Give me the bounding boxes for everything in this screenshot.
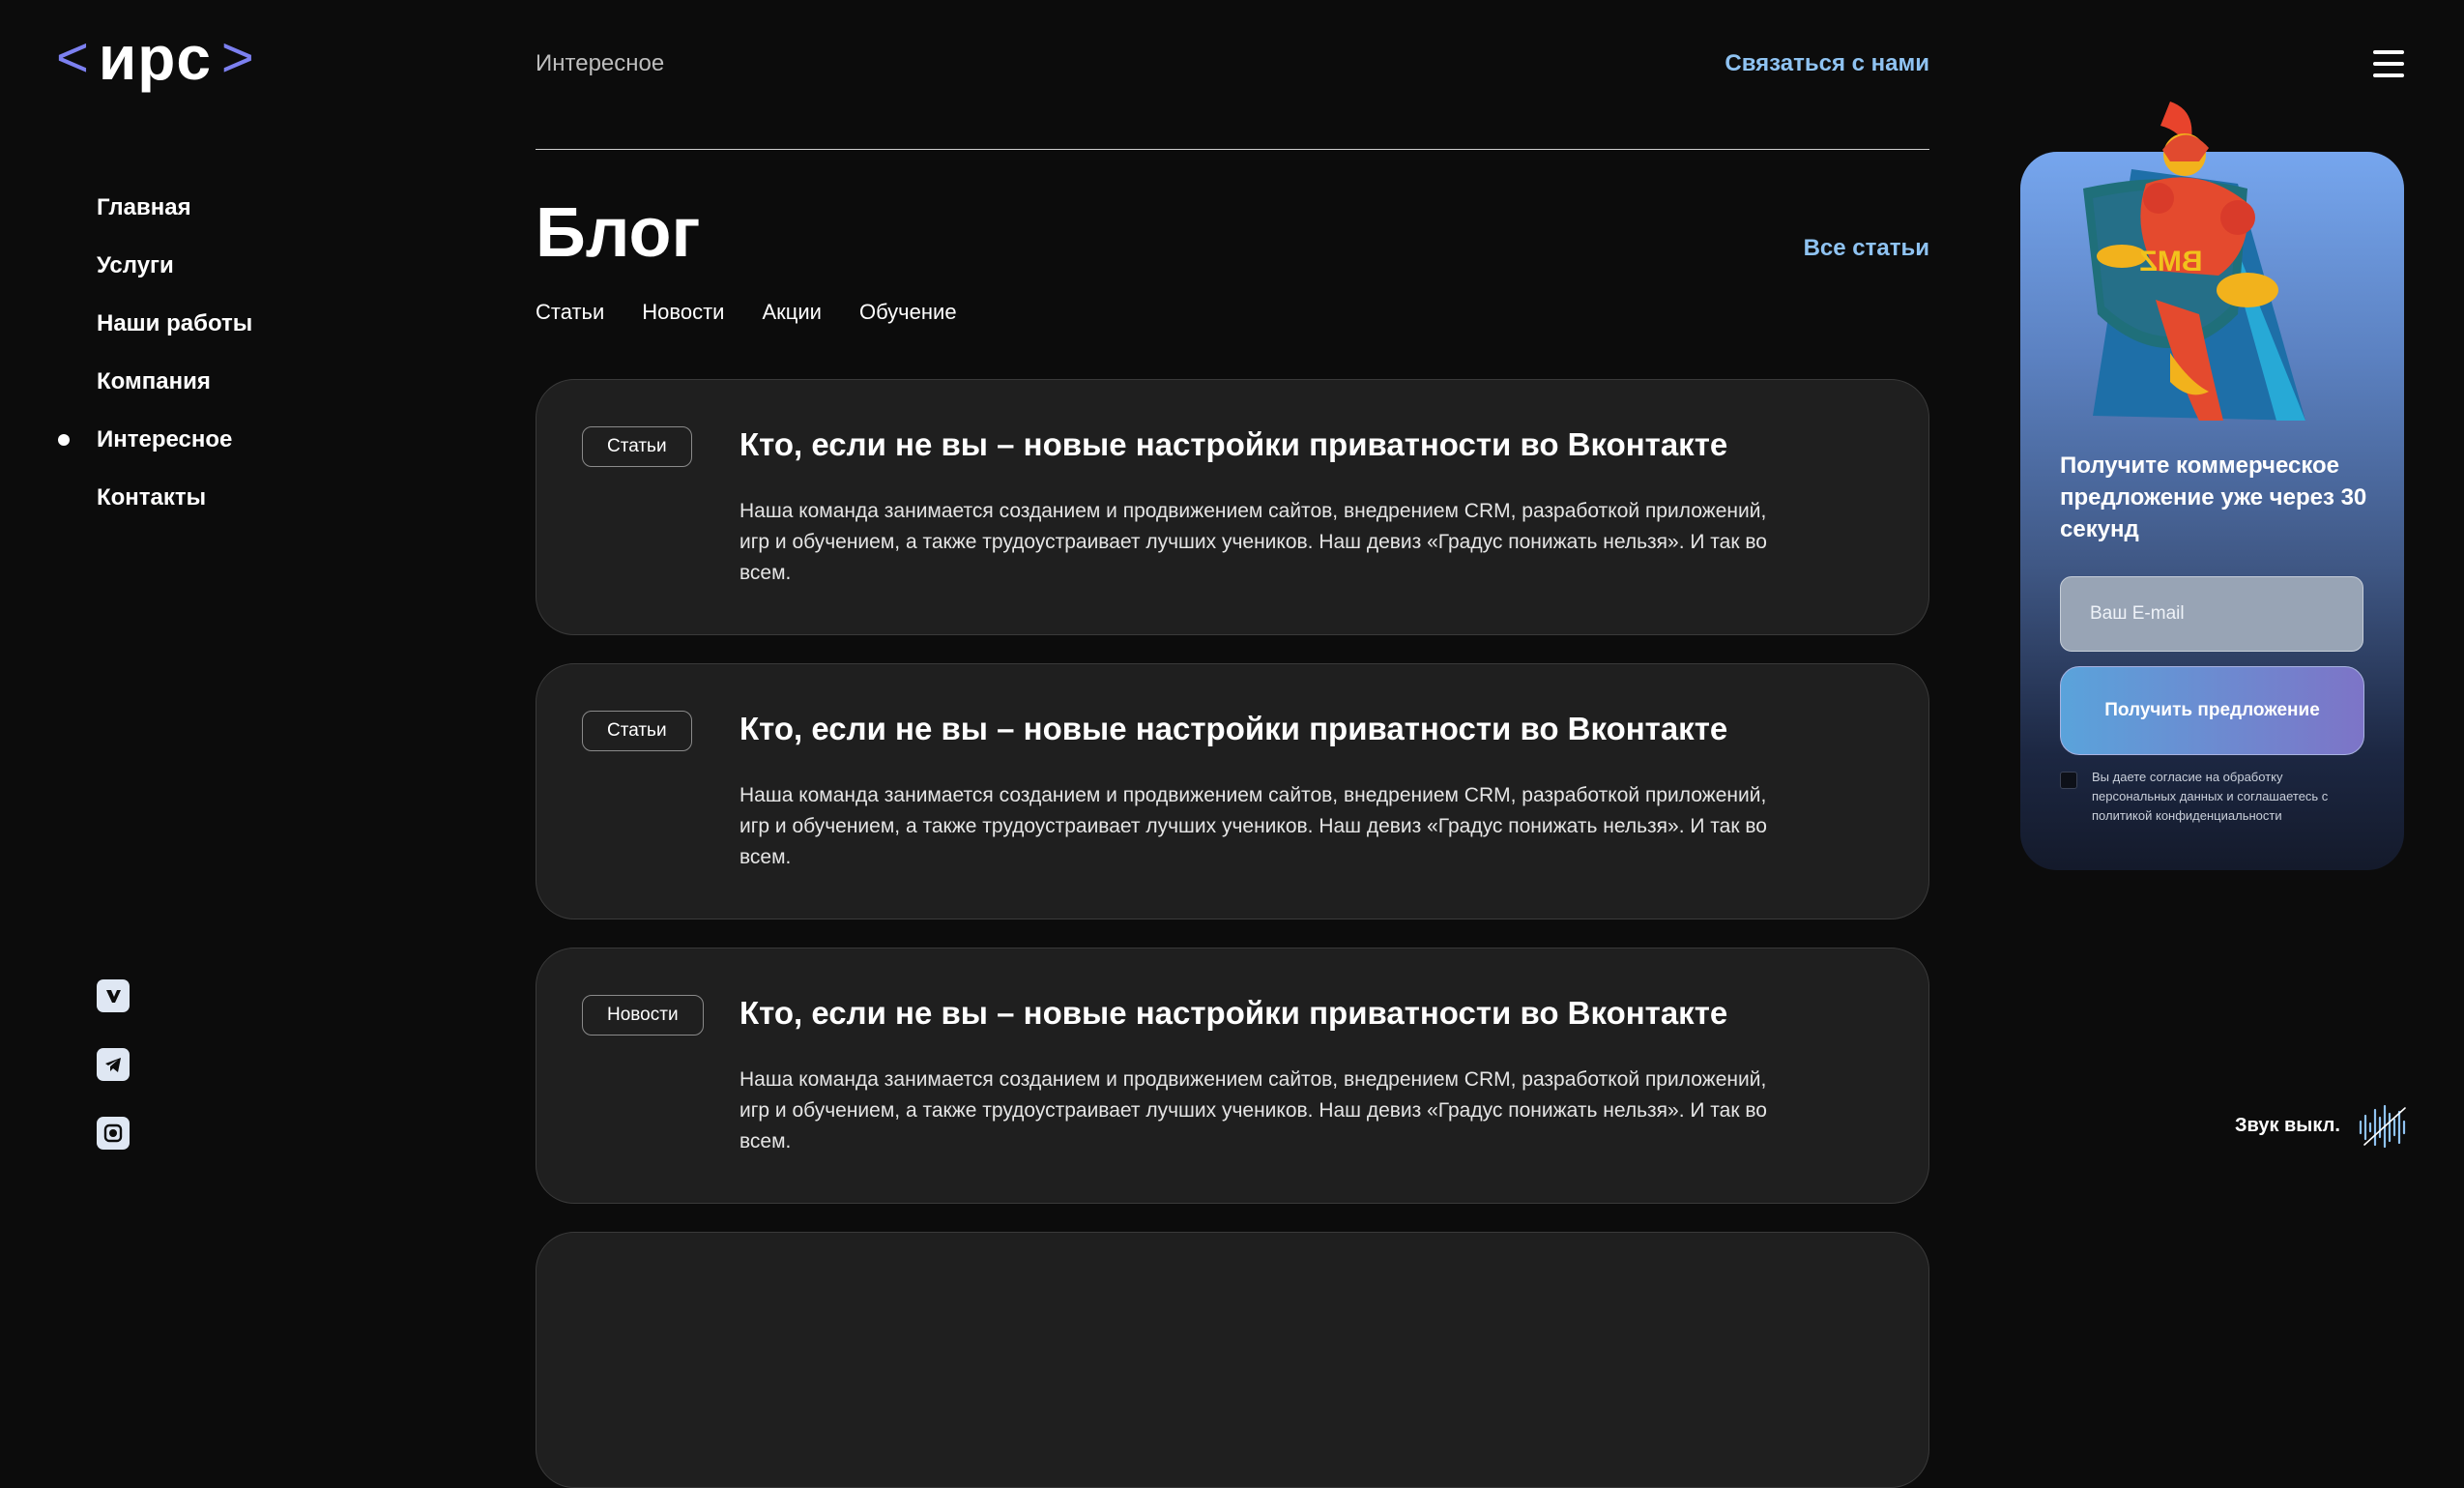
card-title: Кто, если не вы – новые настройки приват… <box>739 711 1728 746</box>
card-title: Кто, если не вы – новые настройки приват… <box>739 995 1728 1031</box>
email-field[interactable] <box>2060 576 2363 652</box>
all-articles-link[interactable]: Все статьи <box>1643 235 1929 262</box>
mascot-illustration: BMZ <box>2083 102 2305 421</box>
mascot-shield-text: BMZ <box>2140 246 2203 277</box>
active-indicator-dot <box>58 434 70 446</box>
contact-us-link[interactable]: Связаться с нами <box>1643 50 1929 77</box>
sidebar-item-home[interactable]: Главная <box>0 179 387 237</box>
sound-wave-icon[interactable] <box>2357 1102 2411 1151</box>
logo-chevron-left: < <box>56 26 89 89</box>
tab-education[interactable]: Обучение <box>859 300 957 325</box>
tab-news[interactable]: Новости <box>642 300 724 325</box>
sidebar-item-contacts[interactable]: Контакты <box>0 469 387 527</box>
promo-title: Получите коммерческое предложение уже че… <box>2060 452 2367 542</box>
section-title: Интересное <box>536 50 665 76</box>
sidebar-item-label: Интересное <box>97 426 233 452</box>
sidebar-item-label: Услуги <box>97 252 174 278</box>
category-badge[interactable]: Статьи <box>582 426 692 467</box>
logo[interactable]: < ирс > <box>56 27 254 89</box>
tab-promotions[interactable]: Акции <box>762 300 821 325</box>
consent-text: Вы даете согласие на обработку персональ… <box>2092 770 2329 823</box>
consent-checkbox[interactable] <box>2060 772 2077 789</box>
blog-card-partial[interactable] <box>536 1232 1929 1488</box>
card-title: Кто, если не вы – новые настройки приват… <box>739 426 1728 462</box>
menu-icon[interactable] <box>2373 50 2404 77</box>
logo-chevron-right: > <box>220 26 254 89</box>
instagram-icon[interactable] <box>97 1117 130 1150</box>
header-divider <box>536 149 1929 150</box>
sidebar-item-label: Главная <box>97 194 191 220</box>
page-title: Блог <box>536 194 701 272</box>
category-badge[interactable]: Новости <box>582 995 704 1036</box>
tab-articles[interactable]: Статьи <box>536 300 604 325</box>
blog-card[interactable]: Новости Кто, если не вы – новые настройк… <box>536 948 1929 1204</box>
get-offer-button[interactable]: Получить предложение <box>2060 666 2364 755</box>
sidebar-item-services[interactable]: Услуги <box>0 237 387 295</box>
blog-card[interactable]: Статьи Кто, если не вы – новые настройки… <box>536 663 1929 919</box>
blog-tabs: Статьи Новости Акции Обучение <box>536 300 957 325</box>
sidebar-item-label: Контакты <box>97 484 207 511</box>
sound-label[interactable]: Звук выкл. <box>2235 1115 2340 1137</box>
sidebar-item-label: Компания <box>97 368 211 394</box>
card-text: Наша команда занимается созданием и прод… <box>739 784 1767 868</box>
card-text: Наша команда занимается созданием и прод… <box>739 1068 1767 1152</box>
blog-card[interactable]: Статьи Кто, если не вы – новые настройки… <box>536 379 1929 635</box>
card-text: Наша команда занимается созданием и прод… <box>739 500 1767 584</box>
sidebar-item-label: Наши работы <box>97 310 253 336</box>
telegram-icon[interactable] <box>97 1048 130 1081</box>
category-badge[interactable]: Статьи <box>582 711 692 751</box>
logo-word: ирс <box>98 23 212 93</box>
sidebar-item-works[interactable]: Наши работы <box>0 295 387 353</box>
sidebar-nav: Главная Услуги Наши работы Компания Инте… <box>0 179 387 527</box>
sidebar-item-company[interactable]: Компания <box>0 353 387 411</box>
sidebar-item-interesting[interactable]: Интересное <box>0 411 387 469</box>
vk-icon[interactable] <box>97 979 130 1012</box>
